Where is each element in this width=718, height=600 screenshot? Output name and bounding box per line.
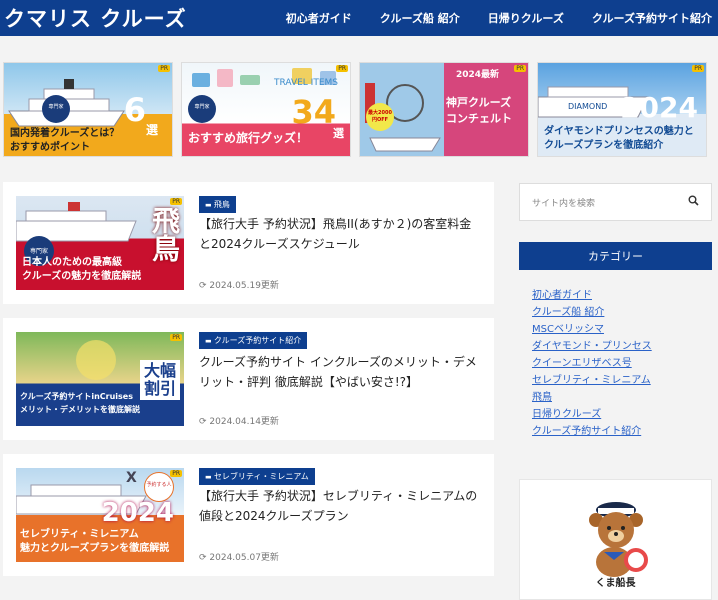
discount-badge: 最大2000円OFF [366, 103, 394, 131]
category-heading: カテゴリー [519, 242, 712, 270]
post-card[interactable]: 専門家 飛鳥 日本人のための最高級 クルーズの魅力を徹底解説 PR 飛鳥 【旅行… [3, 182, 494, 304]
nav-item-cruise-ships[interactable]: クルーズ船 紹介 [380, 10, 460, 26]
post-thumbnail[interactable]: 専門家 飛鳥 日本人のための最高級 クルーズの魅力を徹底解説 PR [16, 196, 184, 290]
sun-icon [76, 340, 116, 380]
banner-kobe-concerto[interactable]: 最大2000円OFF 2024最新 神戸クルーズ コンチェルト PR [359, 62, 529, 157]
thumb-headline: 大幅 割引 [139, 360, 180, 400]
banner-title: ダイヤモンドプリンセスの魅力と クルーズプランを徹底紹介 [544, 126, 694, 151]
category-link[interactable]: ダイヤモンド・プリンセス [532, 338, 702, 355]
post-date: 2024.05.07更新 [199, 550, 279, 563]
banner-title: おすすめ旅行グッズ！ [188, 131, 309, 145]
pr-badge: PR [170, 334, 182, 341]
profile-name: くま船長 [595, 578, 636, 589]
banner-number: 34 [291, 93, 336, 131]
nav-item-booking-sites[interactable]: クルーズ予約サイト紹介 [592, 10, 712, 26]
banner-title: 神戸クルーズ コンチェルト [446, 96, 512, 125]
banner-title: 国内発着クルーズとは？ おすすめポイント [10, 128, 120, 153]
nav-item-beginner-guide[interactable]: 初心者ガイド [286, 10, 352, 26]
category-link[interactable]: クイーンエリザベス号 [532, 355, 702, 372]
pr-badge: PR [158, 65, 170, 72]
svg-text:X: X [126, 470, 137, 486]
category-list: 初心者ガイド クルーズ船 紹介 MSCベリッシマ ダイヤモンド・プリンセス クイ… [532, 287, 702, 440]
expert-badge: 専門家 [42, 95, 70, 123]
banner-travel-items[interactable]: TRAVEL ITEMS 専門家 34 選 おすすめ旅行グッズ！ PR [181, 62, 351, 157]
category-link[interactable]: 日帰りクルーズ [532, 406, 702, 423]
banner-number: 6 [123, 91, 146, 129]
post-card[interactable]: X 予約する人 2024 セレブリティ・ミレニアム 魅力とクルーズプランを徹底解… [3, 454, 494, 576]
banner-domestic-cruise[interactable]: 専門家 6 選 国内発着クルーズとは？ おすすめポイント PR [3, 62, 173, 157]
svg-text:DIAMOND: DIAMOND [568, 102, 607, 111]
category-label[interactable]: セレブリティ・ミレニアム [199, 468, 315, 485]
site-header: クマリス クルーズ 初心者ガイド クルーズ船 紹介 日帰りクルーズ クルーズ予約… [0, 0, 718, 36]
banner-diamond-princess[interactable]: DIAMOND 2024 ダイヤモンドプリンセスの魅力と クルーズプランを徹底紹… [537, 62, 707, 157]
site-search[interactable]: サイト内を検索 [519, 183, 712, 221]
post-card[interactable]: 大幅 割引 クルーズ予約サイトinCruises メリット・デメリットを徹底解説… [3, 318, 494, 440]
search-input[interactable]: サイト内を検索 [532, 196, 595, 209]
search-icon[interactable] [688, 195, 699, 209]
category-link[interactable]: クルーズ予約サイト紹介 [532, 423, 702, 440]
post-thumbnail[interactable]: X 予約する人 2024 セレブリティ・ミレニアム 魅力とクルーズプランを徹底解… [16, 468, 184, 562]
pr-badge: PR [692, 65, 704, 72]
pr-badge: PR [336, 65, 348, 72]
category-label[interactable]: 飛鳥 [199, 196, 236, 213]
expert-badge: 専門家 [188, 95, 216, 123]
post-title[interactable]: 【旅行大手 予約状況】飛鳥II(あすか２)の客室料金と2024クルーズスケジュー… [199, 214, 481, 254]
thumb-caption: 日本人のための最高級 クルーズの魅力を徹底解説 [22, 257, 142, 282]
category-link[interactable]: MSCベリッシマ [532, 321, 702, 338]
bear-captain-avatar [589, 502, 648, 577]
site-logo[interactable]: クマリス クルーズ [0, 3, 187, 33]
thumb-caption: クルーズ予約サイトinCruises メリット・デメリットを徹底解説 [20, 392, 140, 414]
category-label[interactable]: クルーズ予約サイト紹介 [199, 332, 308, 349]
category-link[interactable]: 飛鳥 [532, 389, 702, 406]
banner-number: 2024 [620, 91, 698, 124]
svg-text:TRAVEL ITEMS: TRAVEL ITEMS [273, 78, 338, 88]
pr-badge: PR [170, 198, 182, 205]
banner-badge: 2024最新 [456, 70, 500, 80]
pr-badge: PR [514, 65, 526, 72]
category-link[interactable]: 初心者ガイド [532, 287, 702, 304]
post-title[interactable]: クルーズ予約サイト インクルーズのメリット・デメリット・評判 徹底解説【やばい安… [199, 352, 481, 392]
post-title[interactable]: 【旅行大手 予約状況】セレブリティ・ミレニアムの値段と2024クルーズプラン [199, 486, 481, 526]
post-thumbnail[interactable]: 大幅 割引 クルーズ予約サイトinCruises メリット・デメリットを徹底解説… [16, 332, 184, 426]
thumb-headline: 飛鳥 [148, 206, 181, 262]
thumb-headline: 2024 [101, 498, 174, 528]
thumb-caption: セレブリティ・ミレニアム 魅力とクルーズプランを徹底解説 [20, 529, 170, 554]
category-link[interactable]: クルーズ船 紹介 [532, 304, 702, 321]
featured-banners: 専門家 6 選 国内発着クルーズとは？ おすすめポイント PR TRAVEL I… [3, 62, 715, 158]
category-link[interactable]: セレブリティ・ミレニアム [532, 372, 702, 389]
profile-widget: くま船長 [519, 479, 712, 600]
main-nav: 初心者ガイド クルーズ船 紹介 日帰りクルーズ クルーズ予約サイト紹介 [286, 0, 712, 36]
post-date: 2024.05.19更新 [199, 278, 279, 291]
post-date: 2024.04.14更新 [199, 414, 279, 427]
nav-item-day-cruise[interactable]: 日帰りクルーズ [488, 10, 564, 26]
pr-badge: PR [170, 470, 182, 477]
